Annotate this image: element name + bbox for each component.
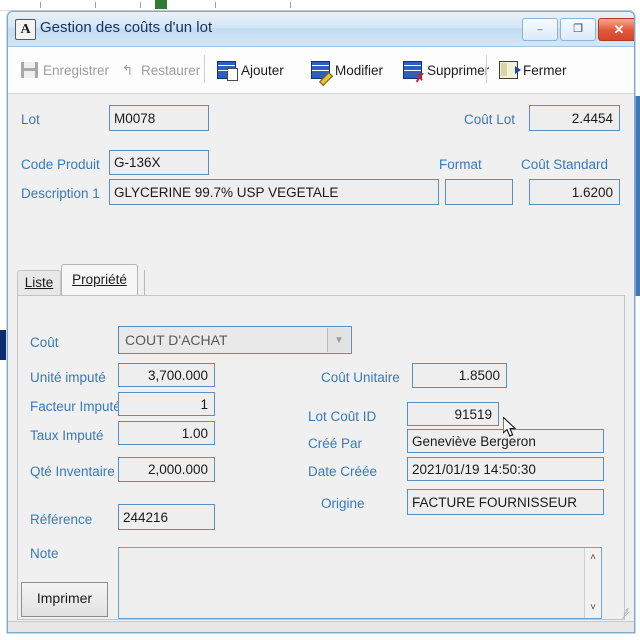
delete-label: Supprimer — [427, 62, 490, 78]
close-dialog-label: Fermer — [523, 62, 567, 78]
chevron-down-icon[interactable]: ▼ — [327, 328, 350, 352]
lot-label: Lot — [21, 112, 40, 127]
cout-lot-label: Coût Lot — [464, 112, 516, 127]
minimize-icon: – — [537, 24, 543, 34]
lot-cout-id-input[interactable]: 91519 — [407, 402, 499, 426]
cout-dropdown[interactable]: COUT D'ACHAT ▼ — [118, 326, 352, 354]
note-textarea[interactable]: ˄ ˅ — [118, 547, 602, 619]
save-icon — [21, 62, 38, 78]
origine-input[interactable]: FACTURE FOURNISSEUR — [407, 489, 604, 515]
ruler-tick — [290, 2, 291, 8]
tab-propriete-label: Propriété — [72, 272, 127, 287]
close-button[interactable]: ✕ — [598, 18, 634, 41]
modify-label: Modifier — [335, 62, 384, 78]
toolbar-separator — [486, 55, 487, 83]
cout-lot-input[interactable]: 2.4454 — [529, 105, 620, 131]
qte-inventaire-input[interactable]: 2,000.000 — [118, 457, 215, 482]
description-input[interactable]: GLYCERINE 99.7% USP VEGETALE — [109, 179, 439, 205]
tab-propriete[interactable]: Propriété — [61, 264, 138, 296]
lot-input[interactable]: M0078 — [109, 105, 209, 131]
qte-inventaire-label: Qté Inventaire — [30, 464, 115, 479]
tab-divider — [144, 270, 145, 295]
background-app-icon — [155, 0, 167, 9]
red-x-overlay-icon: ✗ — [414, 71, 425, 85]
add-record-icon — [217, 61, 238, 81]
maximize-button[interactable]: ❐ — [560, 18, 596, 41]
description-label: Description 1 — [21, 186, 100, 201]
ruler-tick — [215, 2, 216, 8]
origine-label: Origine — [321, 496, 365, 511]
pencil-overlay-icon — [318, 71, 334, 87]
facteur-impute-input[interactable]: 1 — [118, 392, 215, 416]
window-titlebar: A Gestion des coûts d'un lot – ❐ ✕ — [8, 12, 634, 47]
ruler-tick — [140, 2, 141, 8]
tab-strip: Liste Propriété — [17, 264, 625, 296]
undo-icon: ↰ — [121, 62, 134, 78]
window-title: Gestion des coûts d'un lot — [40, 19, 213, 36]
cost-management-window: A Gestion des coûts d'un lot – ❐ ✕ Enreg… — [7, 11, 635, 633]
background-selection-marker — [0, 330, 6, 360]
taux-impute-input[interactable]: 1.00 — [118, 421, 215, 445]
maximize-icon: ❐ — [573, 23, 583, 35]
cout-unitaire-input[interactable]: 1.8500 — [412, 363, 507, 388]
background-ruler — [0, 0, 640, 11]
restore-label: Restaurer — [141, 62, 201, 78]
note-scrollbar[interactable]: ˄ ˅ — [584, 548, 601, 618]
format-input[interactable] — [445, 179, 513, 205]
save-button[interactable]: Enregistrer — [18, 55, 112, 85]
cout-label: Coût — [30, 335, 59, 350]
add-button[interactable]: Ajouter — [214, 55, 287, 85]
restore-button[interactable]: ↰ Restaurer — [116, 55, 203, 85]
close-icon: ✕ — [613, 22, 625, 37]
modify-button[interactable]: Modifier — [308, 55, 386, 87]
edit-record-icon — [311, 61, 334, 87]
cout-standard-input[interactable]: 1.6200 — [529, 179, 620, 205]
cout-dropdown-value: COUT D'ACHAT — [125, 332, 228, 348]
toolbar-separator — [204, 55, 205, 83]
lot-cout-id-label: Lot Coût ID — [308, 409, 377, 424]
exit-door-icon — [499, 61, 521, 79]
lot-header-section: Lot M0078 Coût Lot 2.4454 Code Produit G… — [8, 94, 634, 206]
reference-label: Référence — [30, 512, 93, 527]
cout-unitaire-label: Coût Unitaire — [321, 370, 400, 385]
date-creee-input[interactable]: 2021/01/19 14:50:30 — [407, 457, 604, 481]
window-status-strip — [8, 621, 634, 632]
scroll-up-icon[interactable]: ˄ — [585, 550, 601, 566]
code-produit-label: Code Produit — [21, 157, 100, 172]
reference-input[interactable]: 244216 — [118, 504, 215, 530]
add-label: Ajouter — [241, 62, 284, 78]
format-label: Format — [439, 157, 482, 172]
ruler-tick — [95, 2, 96, 8]
delete-record-icon: ✗ — [403, 61, 425, 84]
code-produit-input[interactable]: G-136X — [109, 150, 209, 175]
cree-par-input[interactable]: Geneviève Bergeron — [407, 429, 604, 453]
date-creee-label: Date Créée — [308, 464, 378, 479]
ruler-tick — [40, 2, 41, 8]
close-dialog-button[interactable]: Fermer — [496, 55, 570, 85]
minimize-button[interactable]: – — [522, 18, 558, 41]
print-button[interactable]: Imprimer — [21, 582, 108, 617]
resize-grip[interactable] — [619, 606, 631, 620]
save-label: Enregistrer — [43, 62, 110, 78]
tab-liste-label: Liste — [24, 275, 54, 290]
unite-impute-input[interactable]: 3,700.000 — [118, 363, 215, 387]
application-icon: A — [15, 19, 36, 40]
taux-impute-label: Taux Imputé — [30, 428, 104, 443]
cout-standard-label: Coût Standard — [521, 157, 609, 172]
delete-button[interactable]: ✗ Supprimer — [400, 55, 492, 85]
main-toolbar: Enregistrer ↰ Restaurer Ajouter Modifier… — [8, 47, 634, 94]
unite-impute-label: Unité imputé — [30, 370, 106, 385]
note-label: Note — [30, 546, 59, 561]
cree-par-label: Créé Par — [308, 436, 363, 451]
scroll-down-icon[interactable]: ˅ — [585, 600, 601, 616]
facteur-impute-label: Facteur Imputé — [30, 399, 121, 414]
tab-liste[interactable]: Liste — [17, 270, 61, 296]
page-overlay-icon — [227, 68, 238, 81]
